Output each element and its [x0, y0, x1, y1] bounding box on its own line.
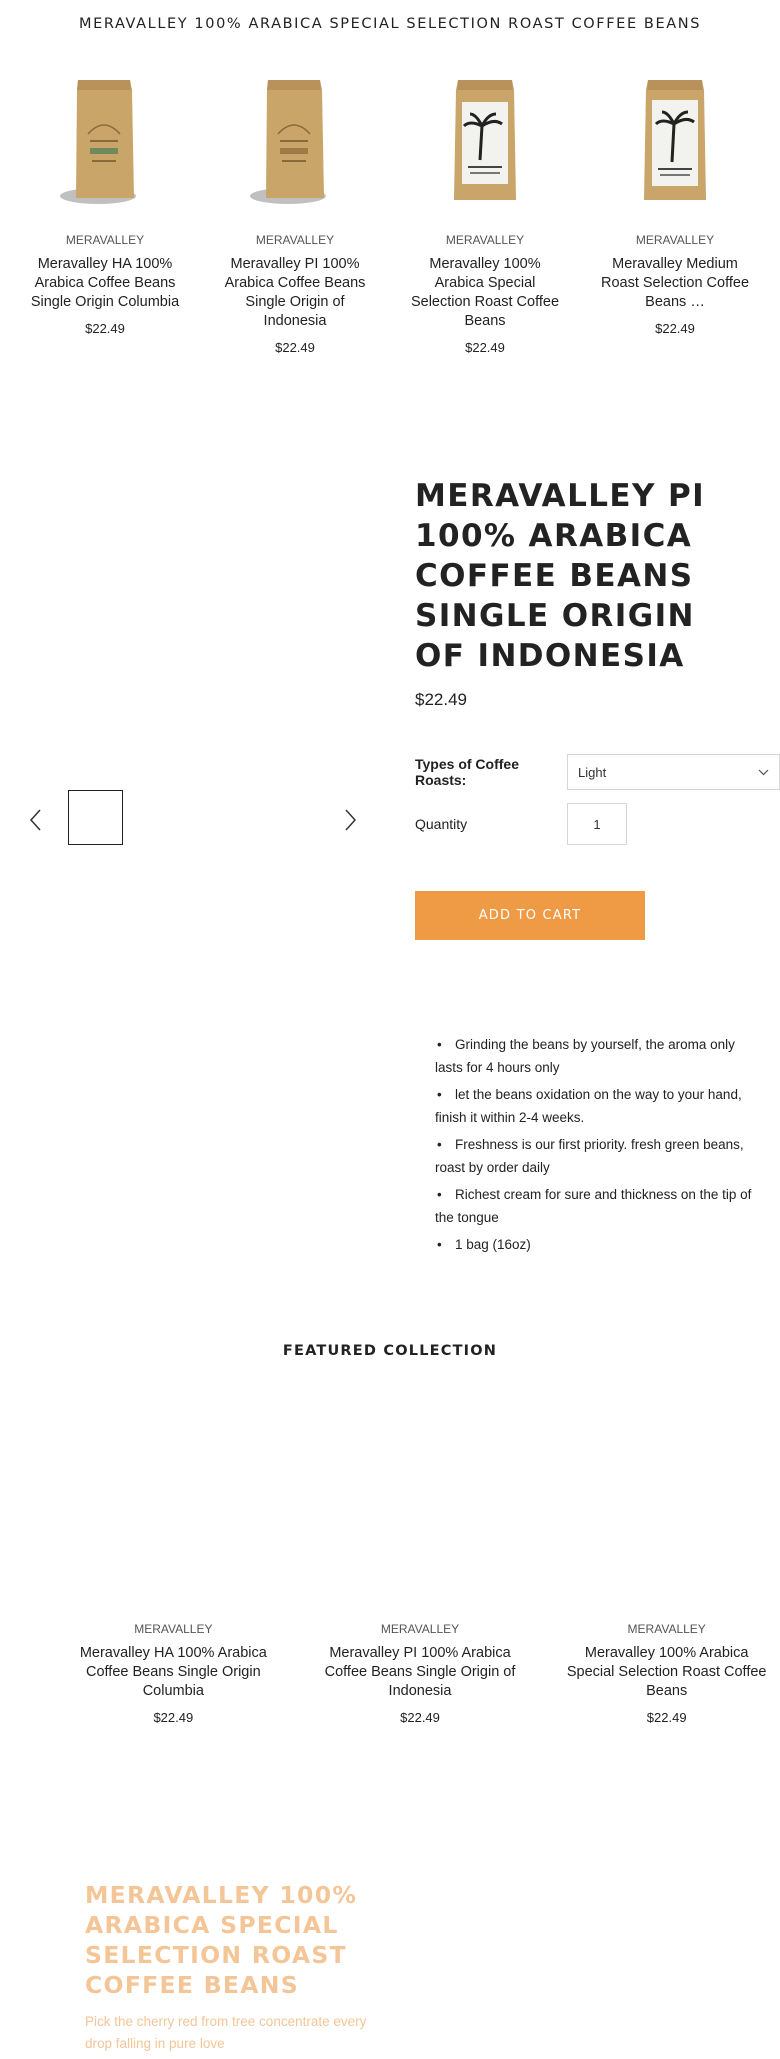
product-price: $22.49	[465, 340, 505, 355]
roast-selected-value: Light	[578, 764, 607, 780]
related-product-card[interactable]: MERAVALLEY Meravalley 100% Arabica Speci…	[390, 70, 580, 355]
product-vendor: MERAVALLEY	[635, 233, 715, 247]
promo-title: MERAVALLEY 100% ARABICA SPECIAL SELECTIO…	[85, 1881, 358, 1999]
product-price: $22.49	[400, 1710, 440, 1725]
gallery-thumbnail[interactable]	[68, 790, 123, 845]
feature-item: • 1 bag (16oz)	[437, 1237, 531, 1252]
product-title[interactable]: Meravalley HA 100% Arabica Coffee Beans …	[71, 1644, 276, 1701]
product-title[interactable]: Meravalley Medium Roast Selection Coffee…	[600, 255, 750, 312]
quantity-row: Quantity 1	[415, 803, 627, 845]
related-products: MERAVALLEY Meravalley HA 100% Arabica Co…	[10, 70, 770, 355]
featured-product-card[interactable]: MERAVALLEY Meravalley HA 100% Arabica Co…	[50, 1622, 297, 1725]
product-price: $22.49	[153, 1710, 194, 1725]
product-price: $22.49	[85, 321, 125, 336]
feature-item: • let the beans oxidation on the way to y…	[435, 1087, 742, 1125]
featured-product-card[interactable]: MERAVALLEY Meravalley 100% Arabica Speci…	[543, 1622, 780, 1725]
product-vendor: MERAVALLEY	[627, 1622, 706, 1636]
related-product-card[interactable]: MERAVALLEY Meravalley HA 100% Arabica Co…	[10, 70, 200, 355]
product-title[interactable]: Meravalley 100% Arabica Special Selectio…	[564, 1644, 769, 1701]
product-vendor: MERAVALLEY	[65, 233, 145, 247]
product-vendor: MERAVALLEY	[380, 1622, 460, 1636]
quantity-label: Quantity	[415, 816, 468, 832]
coffee-bag-image[interactable]	[10, 70, 200, 220]
feature-list: • Grinding the beans by yourself, the aro…	[435, 1033, 755, 1260]
image-gallery	[20, 780, 360, 860]
feature-item: • Grinding the beans by yourself, the aro…	[435, 1037, 735, 1075]
roast-label: Types of Coffee Roasts:	[415, 756, 519, 788]
product-details: MERAVALLEY PI 100% ARABICA COFFEE BEANS …	[415, 476, 780, 940]
product-price: $22.49	[655, 321, 695, 336]
chevron-left-icon	[29, 809, 41, 831]
featured-product-card[interactable]: MERAVALLEY Meravalley PI 100% Arabica Co…	[297, 1622, 544, 1725]
featured-collection: MERAVALLEY Meravalley HA 100% Arabica Co…	[50, 1622, 780, 1725]
feature-item: • Richest cream for sure and thickness on…	[435, 1187, 752, 1225]
quantity-input[interactable]: 1	[567, 803, 627, 845]
product-price: $22.49	[275, 340, 315, 355]
add-to-cart-button[interactable]: ADD TO CART	[415, 891, 645, 940]
chevron-down-icon	[758, 769, 769, 775]
gallery-next-button[interactable]	[340, 806, 360, 834]
product-title[interactable]: Meravalley HA 100% Arabica Coffee Beans …	[30, 255, 180, 312]
product-title[interactable]: Meravalley PI 100% Arabica Coffee Beans …	[220, 255, 370, 331]
featured-collection-heading: FEATURED COLLECTION	[282, 1343, 498, 1359]
product-price: $22.49	[415, 690, 467, 709]
coffee-bag-image[interactable]	[390, 70, 580, 220]
chevron-right-icon	[345, 809, 357, 831]
product-vendor: MERAVALLEY	[134, 1622, 213, 1636]
promo-text: Pick the cherry red from tree concentrat…	[85, 2014, 367, 2051]
gallery-prev-button[interactable]	[26, 806, 46, 834]
roast-select[interactable]: Light	[567, 754, 780, 790]
product-vendor: MERAVALLEY	[255, 233, 335, 247]
product-price: $22.49	[646, 1710, 687, 1725]
related-product-card[interactable]: MERAVALLEY Meravalley Medium Roast Selec…	[580, 70, 770, 355]
feature-item: • Freshness is our first priority. fresh …	[435, 1137, 744, 1175]
product-vendor: MERAVALLEY	[445, 233, 525, 247]
coffee-bag-image[interactable]	[200, 70, 390, 220]
roast-option-row: Types of Coffee Roasts: Light	[415, 754, 780, 790]
product-title[interactable]: Meravalley PI 100% Arabica Coffee Beans …	[318, 1644, 523, 1701]
product-title: MERAVALLEY PI 100% ARABICA COFFEE BEANS …	[415, 478, 706, 674]
top-title: MERAVALLEY 100% ARABICA SPECIAL SELECTIO…	[78, 16, 701, 32]
product-title[interactable]: Meravalley 100% Arabica Special Selectio…	[410, 255, 560, 331]
coffee-bag-image[interactable]	[580, 70, 770, 220]
related-product-card[interactable]: MERAVALLEY Meravalley PI 100% Arabica Co…	[200, 70, 390, 355]
